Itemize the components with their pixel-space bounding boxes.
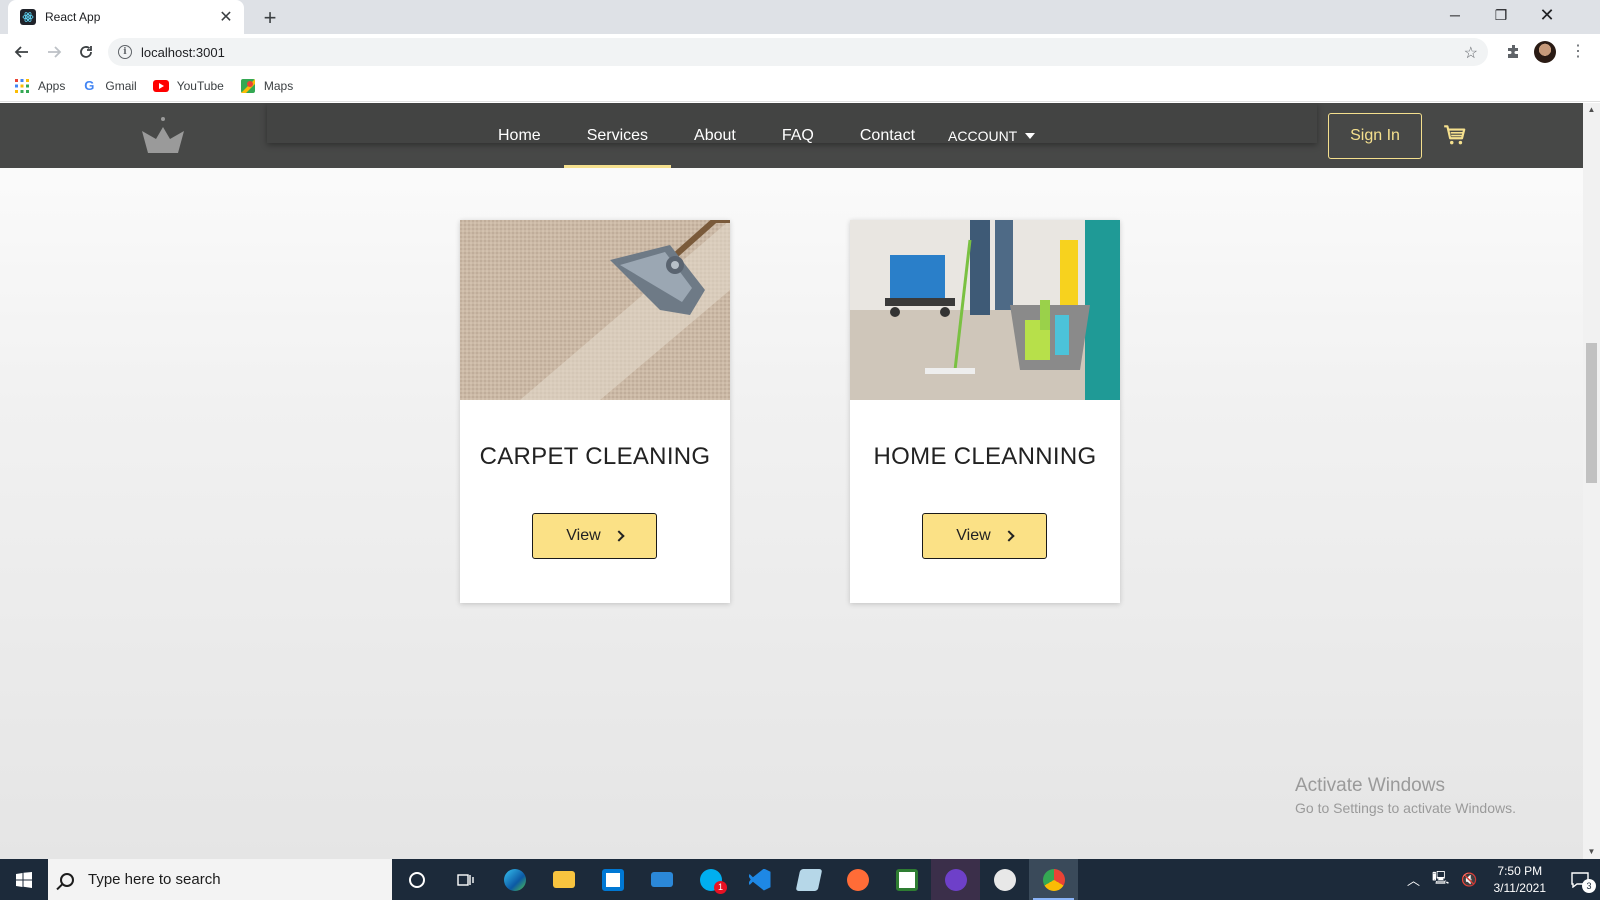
bookmark-youtube[interactable]: YouTube [152,78,224,94]
vscode-icon[interactable] [735,859,784,900]
search-icon [60,872,74,887]
account-dropdown[interactable]: ACCOUNT [938,103,1047,168]
tab-title: React App [45,10,101,24]
view-home-button[interactable]: View [922,513,1047,559]
skype-badge: 1 [714,881,727,894]
task-view-icon[interactable] [441,859,490,900]
react-favicon-icon [20,9,36,25]
mail-icon[interactable] [637,859,686,900]
activate-windows-watermark: Activate Windows Go to Settings to activ… [1295,775,1516,816]
page-scrollbar[interactable]: ▲ ▼ [1583,103,1600,859]
microsoft-store-icon[interactable] [588,859,637,900]
file-explorer-icon[interactable] [539,859,588,900]
nav-faq[interactable]: FAQ [759,103,837,168]
page-viewport: Home Services About FAQ Contact ACCOUNT … [0,103,1583,859]
new-tab-button[interactable]: + [256,4,284,32]
network-icon[interactable]: 🖳 [1432,869,1449,891]
minimize-button[interactable]: ─ [1432,0,1478,30]
taskbar-search[interactable]: Type here to search [48,859,392,900]
browser-menu-icon[interactable]: ⋮ [1570,42,1586,62]
nav-about[interactable]: About [671,103,759,168]
search-placeholder: Type here to search [88,871,221,888]
chevron-right-icon [613,530,625,542]
close-window-button[interactable]: ✕ [1524,0,1570,30]
nav-home[interactable]: Home [475,103,564,168]
youtube-icon [152,78,169,94]
nav-contact[interactable]: Contact [837,103,938,168]
address-bar[interactable]: i localhost:3001 ☆ [108,38,1488,66]
site-info-icon[interactable]: i [118,45,132,59]
tab-close-icon[interactable]: ✕ [218,7,234,27]
scroll-up-arrow-icon[interactable]: ▲ [1583,103,1600,117]
system-tray: ︿ 🖳 🔇 7:50 PM 3/11/2021 3 [1401,859,1600,900]
card-title: CARPET CLEANING [479,443,711,470]
shopping-cart-icon[interactable] [1442,122,1468,148]
caret-down-icon [1025,132,1036,139]
forward-button[interactable] [42,40,66,64]
restore-button[interactable]: ❐ [1478,0,1524,30]
service-card-carpet: CARPET CLEANING View [460,220,730,603]
notification-count: 3 [1582,879,1596,893]
volume-muted-icon[interactable]: 🔇 [1461,872,1477,888]
bookmark-gmail[interactable]: G Gmail [81,78,136,94]
tray-chevron-up-icon[interactable]: ︿ [1407,870,1420,889]
extensions-icon[interactable] [1504,42,1524,62]
sign-in-button[interactable]: Sign In [1328,113,1422,159]
skype-icon[interactable]: 1 [686,859,735,900]
cortana-icon[interactable] [392,859,441,900]
scroll-down-arrow-icon[interactable]: ▼ [1583,845,1600,859]
sheets-app-icon[interactable] [882,859,931,900]
maps-icon [240,78,256,94]
google-icon: G [84,78,95,93]
view-label: View [566,527,601,544]
windows-taskbar: Type here to search 1 ︿ 🖳 🔇 7:50 PM 3/11… [0,859,1600,900]
site-navbar: Home Services About FAQ Contact ACCOUNT … [0,103,1583,168]
game-app-icon[interactable] [980,859,1029,900]
tab-strip: React App ✕ + ─ ❐ ✕ [0,0,1600,34]
browser-tab[interactable]: React App ✕ [8,0,244,34]
bookmark-star-icon[interactable]: ☆ [1464,43,1478,63]
url-text: localhost:3001 [141,44,225,60]
reload-button[interactable] [74,40,98,64]
main-menu: Home Services About FAQ Contact ACCOUNT [475,103,1047,168]
clock-time: 7:50 PM [1497,863,1543,878]
service-card-home: HOME CLEANNING View [850,220,1120,603]
card-title: HOME CLEANNING [873,443,1097,470]
github-desktop-icon[interactable] [931,859,980,900]
carpet-cleaning-image [460,220,730,400]
nav-services[interactable]: Services [563,103,672,168]
taskbar-clock[interactable]: 7:50 PM 3/11/2021 [1494,863,1547,897]
account-label: ACCOUNT [948,127,1018,144]
notepad-icon[interactable] [784,859,833,900]
apps-grid-icon [14,78,30,94]
home-cleaning-image [850,220,1120,400]
notification-center-icon[interactable]: 3 [1560,859,1600,900]
edge-icon[interactable] [490,859,539,900]
crown-logo-icon[interactable] [138,115,188,157]
windows-start-icon[interactable] [0,859,48,900]
back-button[interactable] [10,40,34,64]
clock-date: 3/11/2021 [1493,880,1547,895]
bookmarks-bar: Apps G Gmail YouTube Maps [0,70,1600,102]
view-carpet-button[interactable]: View [532,513,657,559]
scrollbar-thumb[interactable] [1586,343,1597,483]
chevron-right-icon [1003,530,1015,542]
bookmark-maps[interactable]: Maps [240,78,293,94]
browser-toolbar: i localhost:3001 ☆ ⋮ [0,34,1600,70]
profile-avatar[interactable] [1534,41,1556,63]
view-label: View [956,527,991,544]
postman-icon[interactable] [833,859,882,900]
chrome-icon[interactable] [1029,859,1078,900]
bookmark-apps[interactable]: Apps [14,78,65,94]
